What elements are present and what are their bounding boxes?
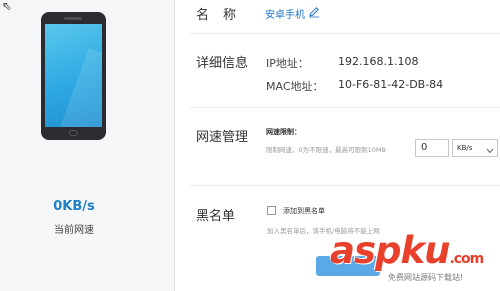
phone-home-button [69, 130, 78, 136]
divider [190, 33, 500, 34]
watermark-suffix: .com [449, 251, 484, 267]
chevron-down-icon [486, 144, 494, 160]
speed-unit-value: KB/s [457, 144, 473, 152]
add-to-blacklist-label[interactable]: 添加到黑名单 [283, 206, 325, 216]
cursor-arrow-icon: ⇖ [2, 0, 13, 13]
speed-unit-select[interactable]: KB/s [452, 139, 498, 157]
speed-limit-input[interactable]: 0 [415, 139, 449, 157]
mac-address-value: 10-F6-81-42-DB-84 [338, 78, 444, 91]
edit-pencil-icon[interactable] [308, 3, 320, 22]
speed-limit-hint: 限制网速，0为不限速，最高可限制10MB [266, 146, 386, 154]
current-speed-value: 0KB/s [53, 199, 95, 214]
ip-address-key: IP地址： [266, 57, 309, 70]
name-row-label: 名称 [196, 8, 251, 23]
current-speed-label: 当前网速 [54, 225, 94, 236]
ip-address-value: 192.168.1.108 [338, 55, 419, 68]
watermark-subtitle: 免费网站源码下载站! [388, 273, 464, 282]
watermark-brand: aspku [330, 229, 450, 272]
speed-management-label: 网速管理 [196, 130, 249, 145]
detail-row-label: 详细信息 [196, 56, 249, 71]
phone-earpiece [64, 17, 82, 20]
device-name[interactable]: 安卓手机 [265, 6, 305, 21]
speed-limit-title: 网速限制： [266, 128, 301, 136]
add-to-blacklist-checkbox[interactable] [267, 206, 276, 215]
phone-screen [45, 24, 102, 127]
mac-address-key: MAC地址： [266, 80, 324, 93]
divider [190, 185, 500, 186]
blacklist-row-label: 黑名单 [196, 209, 236, 224]
divider [190, 107, 500, 108]
phone-illustration [41, 12, 106, 140]
device-panel: ⇖ 0KB/s 当前网速 [0, 0, 175, 291]
